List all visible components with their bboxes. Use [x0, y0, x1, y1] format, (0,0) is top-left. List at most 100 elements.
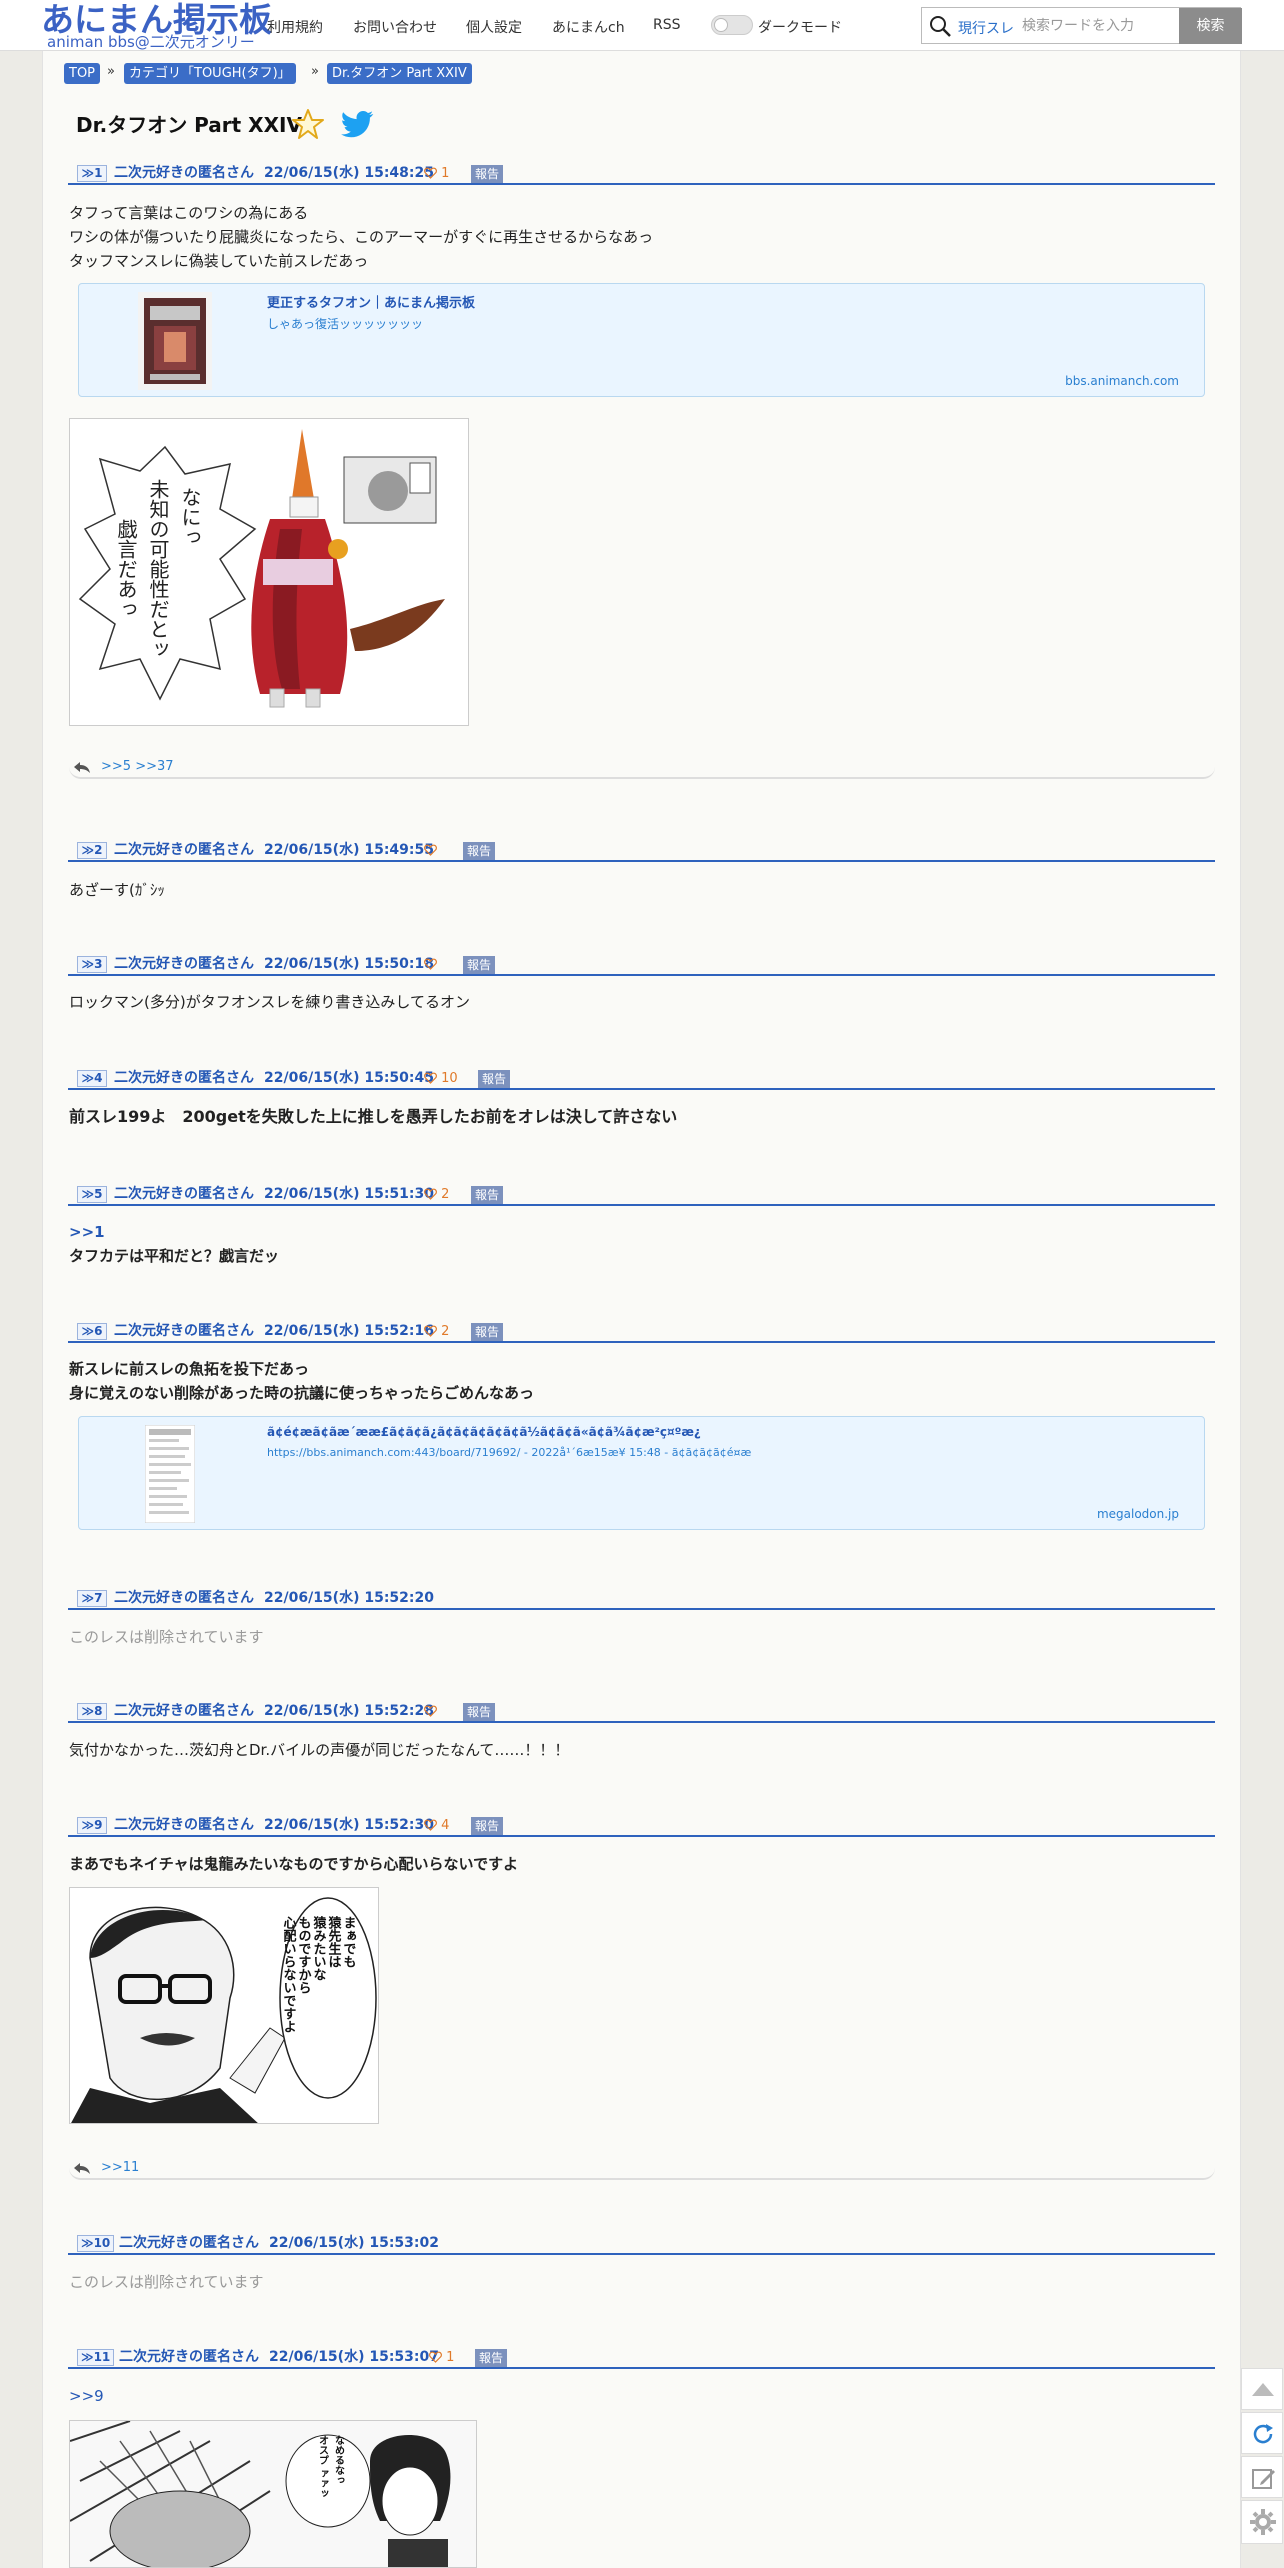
heart-icon — [424, 1188, 437, 1200]
breadcrumb-separator: » — [311, 64, 319, 79]
post-image[interactable]: なにっ 未知の可能性だとッ 戯言だあっ — [69, 418, 469, 726]
breadcrumb-thread[interactable]: Dr.タフオン Part XXIV — [327, 63, 472, 84]
post-number[interactable]: ≫11 — [77, 2349, 115, 2366]
image-text: 猿先生は — [326, 1915, 343, 1968]
report-button[interactable]: 報告 — [475, 2349, 508, 2367]
post-number[interactable]: ≫1 — [77, 165, 107, 182]
twitter-icon[interactable] — [340, 110, 374, 140]
settings-button[interactable] — [1241, 2500, 1283, 2544]
like-count: 1 — [446, 2350, 455, 2365]
post-date: 22/06/15(水) 15:53:07 — [269, 2349, 439, 2365]
like-button[interactable] — [424, 956, 437, 973]
edit-button[interactable] — [1241, 2456, 1283, 2498]
like-button[interactable]: 2 — [424, 1186, 449, 1203]
post-body: >>9 — [69, 2384, 104, 2408]
darkmode-toggle[interactable] — [711, 15, 753, 35]
like-button[interactable]: 4 — [424, 1817, 449, 1834]
like-button[interactable]: 10 — [424, 1070, 458, 1087]
like-count: 2 — [441, 1187, 450, 1202]
report-button[interactable]: 報告 — [478, 1070, 511, 1088]
report-button[interactable]: 報告 — [463, 842, 496, 860]
post-header: ≫3 二次元好きの匿名さん 22/06/15(水) 15:50:18 報告 — [68, 956, 1215, 976]
post-number[interactable]: ≫9 — [77, 1817, 107, 1834]
post-date: 22/06/15(水) 15:50:45 — [264, 1070, 434, 1086]
report-button[interactable]: 報告 — [471, 165, 504, 183]
image-text: 未知の可能性だとッ — [146, 479, 170, 659]
link-card[interactable]: ã¢é¢æã¢ãæ´ææ£ã¢ã¢ã¿ã¢ã¢ã¢ã¢ã¢ã½ã¢ã¢ã«ã¢ã… — [78, 1416, 1205, 1530]
link-thumbnail — [145, 1425, 195, 1523]
post-date: 22/06/15(水) 15:48:25 — [264, 165, 434, 181]
logo-subtitle: animan bbs@二次元オンリー — [47, 33, 255, 51]
anchor-link[interactable]: >>9 — [69, 2384, 104, 2408]
reply-links[interactable]: >>11 — [101, 2160, 139, 2175]
favorite-star-icon[interactable] — [292, 108, 324, 140]
post-author: 二次元好きの匿名さん — [114, 165, 254, 181]
post-header: ≫8 二次元好きの匿名さん 22/06/15(水) 15:52:28 報告 — [68, 1703, 1215, 1723]
post-line: あざーす(ｶﾞｼｯ — [69, 881, 165, 899]
settings-icon — [1250, 2509, 1276, 2535]
scroll-top-button[interactable] — [1241, 2368, 1283, 2410]
anchor-link[interactable]: >>1 — [69, 1220, 279, 1244]
deleted-notice: このレスは削除されています — [69, 2273, 264, 2291]
post-author: 二次元好きの匿名さん — [114, 956, 254, 972]
heart-icon — [424, 844, 437, 856]
refresh-icon — [1253, 2424, 1273, 2444]
like-button[interactable] — [424, 1703, 437, 1720]
post-header: ≫4 二次元好きの匿名さん 22/06/15(水) 15:50:45 10 報告 — [68, 1070, 1215, 1090]
search-button[interactable]: 検索 — [1179, 8, 1242, 44]
report-button[interactable]: 報告 — [471, 1323, 504, 1341]
manga-panel-image: まぁでも 猿先生は 猿みたいな ものですから 心配いらないですよ — [70, 1888, 378, 2123]
post-number[interactable]: ≫4 — [77, 1070, 107, 1087]
nav-rss[interactable]: RSS — [653, 17, 681, 33]
like-button[interactable]: 1 — [429, 2349, 454, 2366]
refresh-button[interactable] — [1241, 2412, 1283, 2454]
nav-terms[interactable]: 利用規約 — [267, 17, 323, 37]
nav-contact[interactable]: お問い合わせ — [353, 17, 437, 37]
post-number[interactable]: ≫5 — [77, 1186, 107, 1203]
post-header: ≫10 二次元好きの匿名さん 22/06/15(水) 15:53:02 — [68, 2235, 1215, 2255]
nav-animanch[interactable]: あにまんch — [552, 17, 625, 37]
nav-settings[interactable]: 個人設定 — [466, 17, 522, 37]
post-author: 二次元好きの匿名さん — [114, 1703, 254, 1719]
post-date: 22/06/15(水) 15:51:30 — [264, 1186, 434, 1202]
breadcrumb-category[interactable]: カテゴリ「TOUGH(タフ)」 — [124, 63, 296, 84]
reply-links[interactable]: >>5 >>37 — [101, 759, 174, 774]
report-button[interactable]: 報告 — [463, 1703, 496, 1721]
link-title[interactable]: ã¢é¢æã¢ãæ´ææ£ã¢ã¢ã¿ã¢ã¢ã¢ã¢ã¢ã½ã¢ã¢ã«ã¢ã… — [267, 1425, 701, 1439]
link-description: https://bbs.animanch.com:443/board/71969… — [267, 1446, 752, 1459]
search-scope-select[interactable]: 現行スレ — [958, 18, 1014, 38]
search-input[interactable] — [1022, 12, 1174, 40]
like-button[interactable]: 2 — [424, 1323, 449, 1340]
post-image[interactable]: まぁでも 猿先生は 猿みたいな ものですから 心配いらないですよ — [69, 1887, 379, 2124]
breadcrumb-top[interactable]: TOP — [64, 63, 101, 84]
post-number[interactable]: ≫7 — [77, 1590, 107, 1607]
toggle-knob — [714, 18, 728, 32]
post-number[interactable]: ≫8 — [77, 1703, 107, 1720]
link-title[interactable]: 更正するタフオン｜あにまん掲示板 — [267, 292, 475, 311]
post-line: タフって言葉はこのワシの為にある — [69, 204, 309, 222]
like-button[interactable] — [424, 842, 437, 859]
heart-icon — [424, 1819, 437, 1831]
link-card[interactable]: 更正するタフオン｜あにまん掲示板 しゃあっ復活ッッッッッッッ bbs.anima… — [78, 283, 1205, 397]
heart-icon — [424, 167, 437, 179]
post-date: 22/06/15(水) 15:52:30 — [264, 1817, 434, 1833]
edit-icon — [1252, 2469, 1275, 2489]
report-button[interactable]: 報告 — [471, 1186, 504, 1204]
like-button[interactable]: 1 — [424, 165, 449, 182]
search-icon[interactable] — [928, 14, 952, 38]
post-line: まあでもネイチャは鬼龍みたいなものですから心配いらないですよ — [69, 1855, 519, 1873]
post-number[interactable]: ≫6 — [77, 1323, 107, 1340]
post-number[interactable]: ≫3 — [77, 956, 107, 973]
post-number[interactable]: ≫2 — [77, 842, 107, 859]
post-body: まあでもネイチャは鬼龍みたいなものですから心配いらないですよ — [69, 1852, 518, 1876]
post-number[interactable]: ≫10 — [77, 2235, 115, 2252]
like-count: 4 — [441, 1818, 450, 1833]
like-count: 10 — [441, 1071, 458, 1086]
reply-bar: >>5 >>37 — [69, 757, 1215, 779]
post-image[interactable]: なめるなっ オスプ ァァッ — [69, 2420, 477, 2568]
image-text: なにっ — [178, 487, 202, 547]
link-thumbnail — [138, 292, 212, 390]
report-button[interactable]: 報告 — [471, 1817, 504, 1835]
report-button[interactable]: 報告 — [463, 956, 496, 974]
site-logo[interactable]: あにまん掲示板 animan bbs@二次元オンリー — [41, 2, 272, 51]
